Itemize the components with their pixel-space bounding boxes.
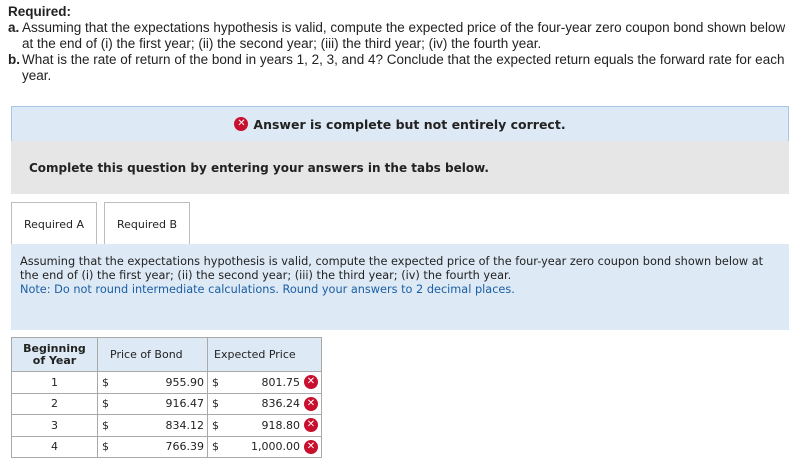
currency-symbol: $ <box>102 375 109 389</box>
answer-status-banner: ✕ Answer is complete but not entirely co… <box>11 106 789 142</box>
answer-status-text: Answer is complete but not entirely corr… <box>253 116 566 132</box>
required-title: Required: <box>8 4 72 19</box>
year-cell: 1 <box>11 371 98 394</box>
required-item-text: What is the rate of return of the bond i… <box>22 52 785 83</box>
price-value: 955.90 <box>165 375 205 389</box>
currency-symbol: $ <box>212 418 219 432</box>
currency-symbol: $ <box>212 440 219 454</box>
tab-required-b[interactable]: Required B <box>103 202 190 245</box>
currency-symbol: $ <box>102 397 109 411</box>
column-header-year: Beginning of Year <box>11 337 98 372</box>
answer-table: Beginning of Year Price of Bond Expected… <box>11 337 322 458</box>
price-value: 916.47 <box>165 397 205 411</box>
required-section: Required: a. Assuming that the expectati… <box>8 4 798 84</box>
required-item-b: b. What is the rate of return of the bon… <box>8 52 798 84</box>
expected-price-input[interactable]: 836.24 <box>226 397 301 410</box>
table-header-row: Beginning of Year Price of Bond Expected… <box>11 337 322 372</box>
question-text-block: Assuming that the expectations hypothesi… <box>20 255 780 297</box>
required-item-label: b. <box>8 52 20 67</box>
expected-price-input[interactable]: 801.75 <box>226 376 301 389</box>
currency-symbol: $ <box>212 397 219 411</box>
column-header-price: Price of Bond <box>97 337 208 372</box>
year-cell: 4 <box>11 435 98 458</box>
required-item-a: a. Assuming that the expectations hypoth… <box>8 20 798 52</box>
price-cell: $766.39 <box>97 435 208 458</box>
incorrect-icon: ✕ <box>304 396 318 411</box>
expected-price-input[interactable]: 918.80 <box>226 419 301 432</box>
question-note: Note: Do not round intermediate calculat… <box>20 283 515 296</box>
price-cell: $916.47 <box>97 392 208 415</box>
expected-price-cell[interactable]: $801.75 ✕ <box>207 371 322 394</box>
table-row: 3 $834.12 $918.80 ✕ <box>11 414 322 437</box>
currency-symbol: $ <box>212 375 219 389</box>
expected-price-cell[interactable]: $918.80 ✕ <box>207 414 322 437</box>
question-panel: Assuming that the expectations hypothesi… <box>11 244 789 330</box>
tab-bar: Required A Required B <box>11 202 197 245</box>
currency-symbol: $ <box>102 440 109 454</box>
instructions-box: Complete this question by entering your … <box>11 141 789 194</box>
price-value: 834.12 <box>165 418 205 432</box>
incorrect-icon: ✕ <box>304 375 318 390</box>
price-cell: $955.90 <box>97 371 208 394</box>
required-item-text: Assuming that the expectations hypothesi… <box>22 20 786 51</box>
x-circle-icon: ✕ <box>234 117 249 131</box>
price-cell: $834.12 <box>97 414 208 437</box>
table-row: 2 $916.47 $836.24 ✕ <box>11 392 322 415</box>
expected-price-cell[interactable]: $836.24 ✕ <box>207 392 322 415</box>
year-cell: 2 <box>11 392 98 415</box>
table-row: 1 $955.90 $801.75 ✕ <box>11 371 322 394</box>
question-instruction: Assuming that the expectations hypothesi… <box>20 255 764 282</box>
tab-required-a[interactable]: Required A <box>11 202 97 245</box>
expected-price-cell[interactable]: $1,000.00 ✕ <box>207 435 322 458</box>
required-item-label: a. <box>8 20 20 35</box>
incorrect-icon: ✕ <box>304 418 318 433</box>
table-row: 4 $766.39 $1,000.00 ✕ <box>11 435 322 458</box>
expected-price-input[interactable]: 1,000.00 <box>226 440 300 453</box>
year-cell: 3 <box>11 414 98 437</box>
price-value: 766.39 <box>165 440 205 454</box>
incorrect-icon: ✕ <box>304 439 318 454</box>
column-header-expected: Expected Price <box>207 337 322 372</box>
currency-symbol: $ <box>102 418 109 432</box>
instructions-text: Complete this question by entering your … <box>29 160 489 175</box>
